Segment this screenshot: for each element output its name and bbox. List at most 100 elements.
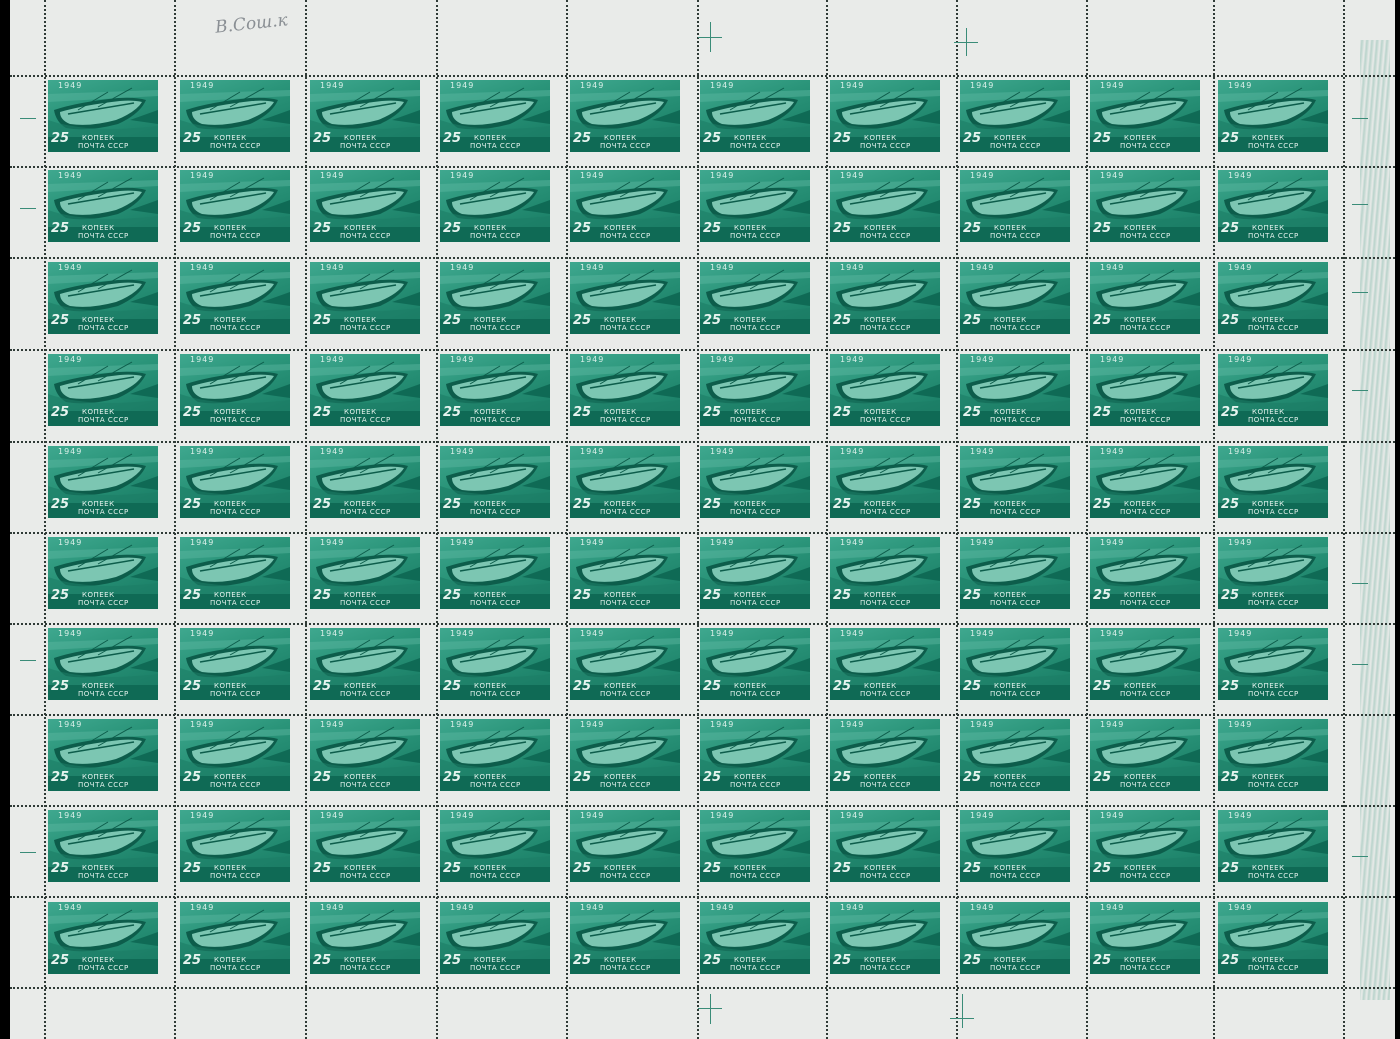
stamp-country: ПОЧТА СССР <box>860 232 911 240</box>
stamp-year: 1949 <box>580 355 605 364</box>
stamp: 1949 25 КОПЕЕК ПОЧТА СССР <box>960 537 1070 609</box>
stamp-currency: КОПЕЕК <box>604 682 637 690</box>
stamp-value: 25 <box>703 953 722 968</box>
stamp-year: 1949 <box>58 171 83 180</box>
stamp: 1949 25 КОПЕЕК ПОЧТА СССР <box>570 80 680 152</box>
stamp-country: ПОЧТА СССР <box>1120 872 1171 880</box>
stamp-country: ПОЧТА СССР <box>600 964 651 972</box>
stamp-currency: КОПЕЕК <box>864 134 897 142</box>
stamp-currency: КОПЕЕК <box>734 682 767 690</box>
stamp: 1949 25 КОПЕЕК ПОЧТА СССР <box>440 902 550 974</box>
stamp-value: 25 <box>833 679 852 694</box>
stamp-country: ПОЧТА СССР <box>1248 416 1299 424</box>
stamp-value: 25 <box>573 861 592 876</box>
stamp: 1949 25 КОПЕЕК ПОЧТА СССР <box>1090 80 1200 152</box>
stamp-currency: КОПЕЕК <box>1124 134 1157 142</box>
stamp-value: 25 <box>443 497 462 512</box>
stamp-value: 25 <box>1221 770 1240 785</box>
registration-mark <box>698 37 722 38</box>
stamp-value: 25 <box>963 221 982 236</box>
perforation-vertical <box>44 0 46 1039</box>
registration-mark <box>1352 664 1368 665</box>
stamp-currency: КОПЕЕК <box>344 134 377 142</box>
stamp-currency: КОПЕЕК <box>994 408 1027 416</box>
stamp-country: ПОЧТА СССР <box>470 142 521 150</box>
perforation-vertical <box>174 0 176 1039</box>
stamp-year: 1949 <box>840 720 865 729</box>
stamp-currency: КОПЕЕК <box>344 591 377 599</box>
stamp-year: 1949 <box>580 447 605 456</box>
stamp: 1949 25 КОПЕЕК ПОЧТА СССР <box>180 902 290 974</box>
registration-mark <box>1352 390 1368 391</box>
stamp-value: 25 <box>1221 313 1240 328</box>
stamp-country: ПОЧТА СССР <box>1248 508 1299 516</box>
registration-mark <box>20 852 36 853</box>
perforation-horizontal <box>10 623 1395 625</box>
stamp-currency: КОПЕЕК <box>734 864 767 872</box>
stamp-country: ПОЧТА СССР <box>730 690 781 698</box>
stamp-currency: КОПЕЕК <box>604 956 637 964</box>
stamp-currency: КОПЕЕК <box>1252 134 1285 142</box>
stamp-currency: КОПЕЕК <box>1252 773 1285 781</box>
stamp-country: ПОЧТА СССР <box>340 690 391 698</box>
stamp-currency: КОПЕЕК <box>214 134 247 142</box>
stamp: 1949 25 КОПЕЕК ПОЧТА СССР <box>440 628 550 700</box>
stamp: 1949 25 КОПЕЕК ПОЧТА СССР <box>700 628 810 700</box>
stamp: 1949 25 КОПЕЕК ПОЧТА СССР <box>310 80 420 152</box>
stamp-value: 25 <box>313 313 332 328</box>
stamp-country: ПОЧТА СССР <box>1120 142 1171 150</box>
perforation-vertical <box>1213 0 1215 1039</box>
stamp: 1949 25 КОПЕЕК ПОЧТА СССР <box>960 354 1070 426</box>
stamp: 1949 25 КОПЕЕК ПОЧТА СССР <box>1090 537 1200 609</box>
stamp: 1949 25 КОПЕЕК ПОЧТА СССР <box>48 719 158 791</box>
stamp-year: 1949 <box>970 903 995 912</box>
stamp-year: 1949 <box>1228 447 1253 456</box>
stamp: 1949 25 КОПЕЕК ПОЧТА СССР <box>960 80 1070 152</box>
stamp-year: 1949 <box>970 81 995 90</box>
stamp-value: 25 <box>1221 953 1240 968</box>
stamp-year: 1949 <box>320 538 345 547</box>
stamp-value: 25 <box>573 770 592 785</box>
stamp-country: ПОЧТА СССР <box>78 508 129 516</box>
stamp-year: 1949 <box>710 263 735 272</box>
stamp-value: 25 <box>443 221 462 236</box>
stamp-country: ПОЧТА СССР <box>600 872 651 880</box>
stamp-year: 1949 <box>1228 811 1253 820</box>
stamp-country: ПОЧТА СССР <box>730 232 781 240</box>
stamp-currency: КОПЕЕК <box>214 956 247 964</box>
stamp-currency: КОПЕЕК <box>214 773 247 781</box>
stamp-value: 25 <box>963 405 982 420</box>
stamp: 1949 25 КОПЕЕК ПОЧТА СССР <box>960 628 1070 700</box>
perforation-vertical <box>436 0 438 1039</box>
stamp-year: 1949 <box>190 903 215 912</box>
stamp: 1949 25 КОПЕЕК ПОЧТА СССР <box>440 537 550 609</box>
stamp: 1949 25 КОПЕЕК ПОЧТА СССР <box>1218 537 1328 609</box>
stamp-country: ПОЧТА СССР <box>730 964 781 972</box>
stamp-year: 1949 <box>580 720 605 729</box>
stamp-value: 25 <box>51 770 70 785</box>
stamp-year: 1949 <box>58 81 83 90</box>
stamp-value: 25 <box>443 953 462 968</box>
stamp-currency: КОПЕЕК <box>82 956 115 964</box>
stamp: 1949 25 КОПЕЕК ПОЧТА СССР <box>1090 170 1200 242</box>
stamp: 1949 25 КОПЕЕК ПОЧТА СССР <box>310 902 420 974</box>
stamp-currency: КОПЕЕК <box>82 864 115 872</box>
stamp: 1949 25 КОПЕЕК ПОЧТА СССР <box>960 902 1070 974</box>
stamp-year: 1949 <box>190 263 215 272</box>
stamp-value: 25 <box>833 861 852 876</box>
stamp-year: 1949 <box>320 355 345 364</box>
stamp: 1949 25 КОПЕЕК ПОЧТА СССР <box>570 902 680 974</box>
stamp-value: 25 <box>1093 770 1112 785</box>
stamp-value: 25 <box>51 221 70 236</box>
stamp-currency: КОПЕЕК <box>604 864 637 872</box>
stamp: 1949 25 КОПЕЕК ПОЧТА СССР <box>48 810 158 882</box>
stamp-year: 1949 <box>450 81 475 90</box>
stamp: 1949 25 КОПЕЕК ПОЧТА СССР <box>700 902 810 974</box>
stamp-value: 25 <box>183 861 202 876</box>
registration-mark <box>962 994 963 1028</box>
stamp-currency: КОПЕЕК <box>1252 408 1285 416</box>
stamp: 1949 25 КОПЕЕК ПОЧТА СССР <box>1218 80 1328 152</box>
stamp-year: 1949 <box>710 447 735 456</box>
stamp: 1949 25 КОПЕЕК ПОЧТА СССР <box>570 446 680 518</box>
stamp: 1949 25 КОПЕЕК ПОЧТА СССР <box>180 628 290 700</box>
